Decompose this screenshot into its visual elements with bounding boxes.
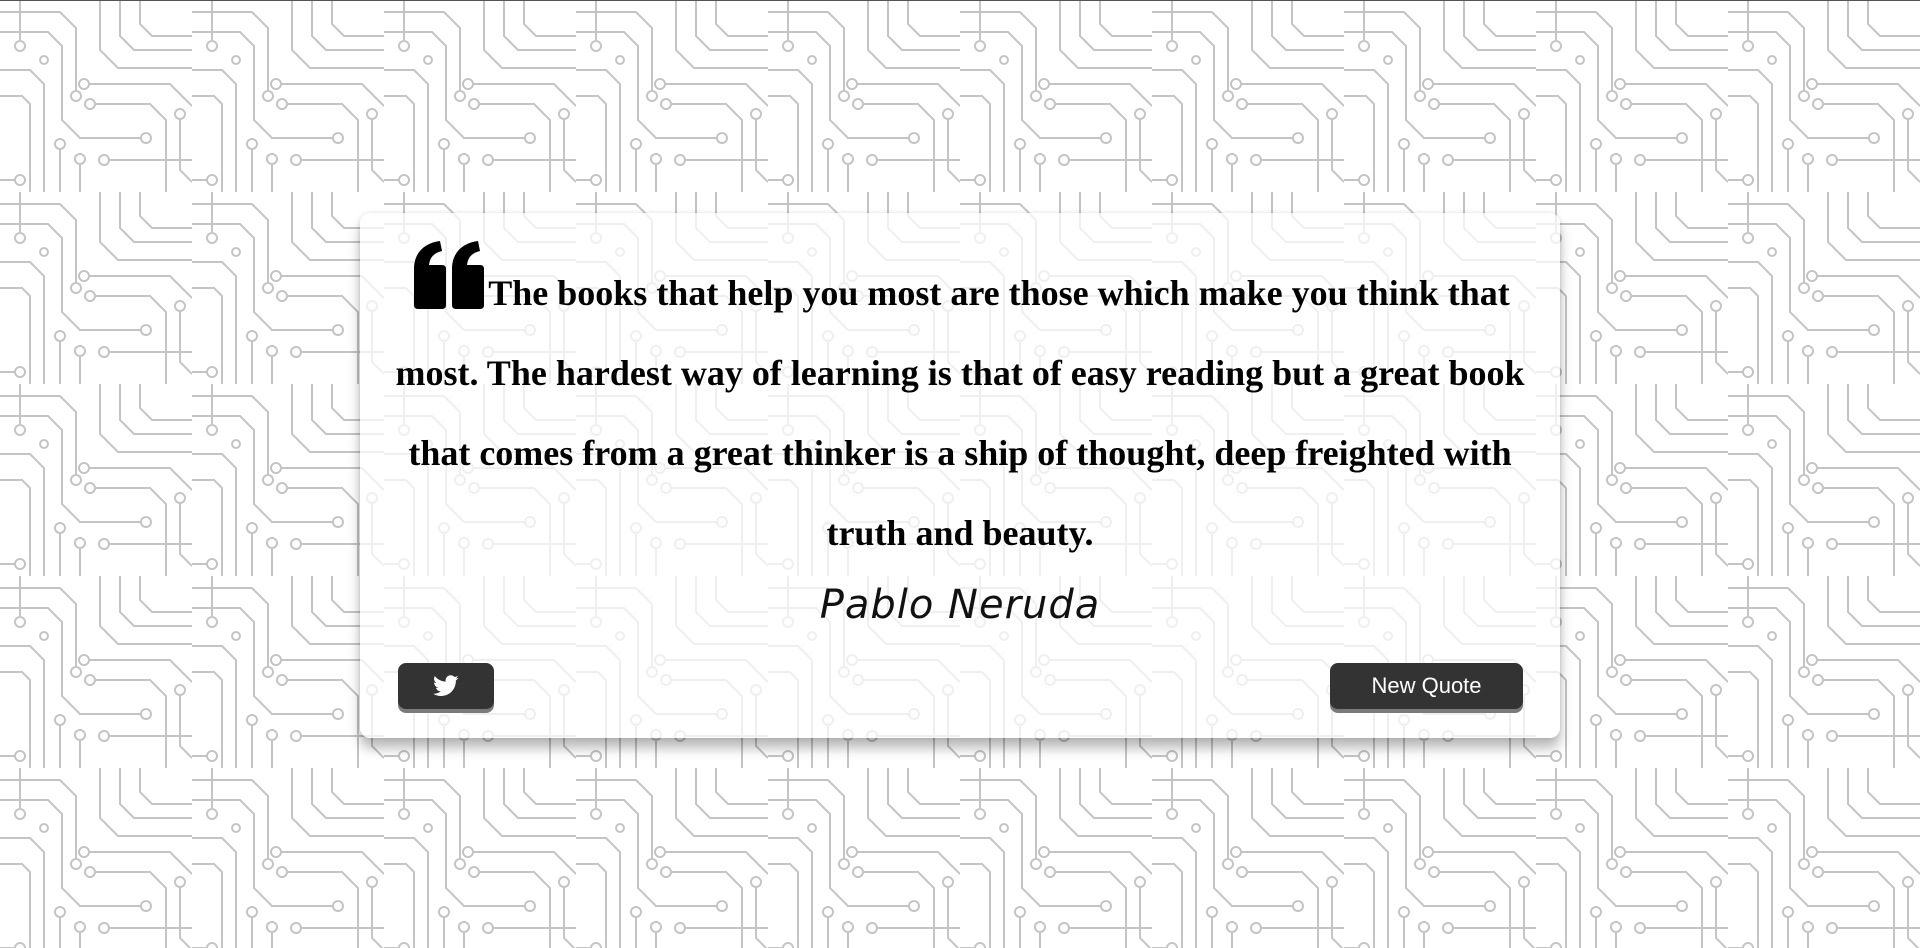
- quote-author: Pablo Neruda: [819, 582, 1101, 628]
- quote-card: The books that help you most are those w…: [360, 213, 1560, 738]
- quote-text-container: The books that help you most are those w…: [390, 239, 1530, 573]
- top-border-line: [0, 0, 1920, 1]
- quote-left-icon: [414, 241, 485, 309]
- new-quote-button[interactable]: New Quote: [1330, 663, 1523, 709]
- quote-text: The books that help you most are those w…: [395, 273, 1525, 553]
- tweet-button[interactable]: [398, 663, 494, 709]
- quote-paragraph: The books that help you most are those w…: [390, 239, 1530, 573]
- twitter-icon: [433, 675, 459, 696]
